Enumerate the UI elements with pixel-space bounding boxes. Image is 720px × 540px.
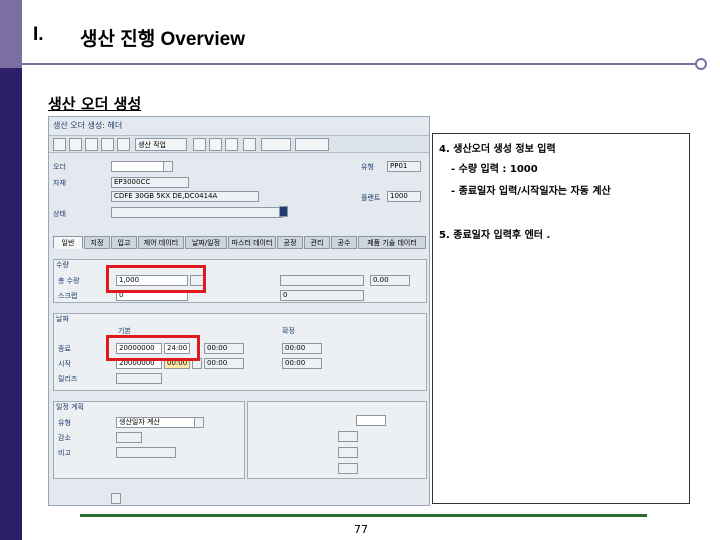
- page-number: 77: [354, 523, 368, 536]
- sched-type-label: 유형: [58, 419, 71, 427]
- dates-group-title: 날짜: [56, 315, 69, 323]
- scheduling-group-title: 일정 계획: [56, 403, 84, 411]
- end-confirmed-field: 00:00: [282, 343, 322, 354]
- sap-toolbar: 생산 작업: [49, 135, 429, 153]
- operations-button[interactable]: 생산 작업: [135, 138, 187, 151]
- release-icon[interactable]: [193, 138, 206, 151]
- more-button[interactable]: [295, 138, 329, 151]
- status-label: 상태: [53, 210, 66, 218]
- section-number: I.: [33, 24, 44, 45]
- unit-right-field: 0.00: [370, 275, 410, 286]
- step4-line-quantity: - 수량 입력 : 1000: [451, 164, 538, 175]
- tab-admin[interactable]: 관리: [304, 236, 330, 249]
- bottom-field: [111, 493, 121, 504]
- order-type-label: 유형: [361, 163, 374, 171]
- status-info-icon[interactable]: [279, 206, 288, 217]
- scrap-label: 스크랩: [58, 292, 78, 300]
- quantity-highlight-box: [106, 265, 206, 293]
- footer-rule: [80, 514, 647, 517]
- sched-type-field[interactable]: 생산일자 계산: [116, 417, 198, 428]
- sap-create-order-window: 생산 오더 생성: 헤더 생산 작업 오더 유형 PP01 자재 EP3000C…: [48, 116, 430, 506]
- slide-sidebar: [0, 0, 22, 540]
- costing-icon[interactable]: [209, 138, 222, 151]
- reduction-field: [116, 432, 142, 443]
- tab-control-data[interactable]: 제어 데이터: [138, 236, 184, 249]
- tab-assignment[interactable]: 지정: [84, 236, 110, 249]
- release-field: [116, 373, 162, 384]
- tab-dates[interactable]: 날짜/일정: [185, 236, 227, 249]
- note-label: 비고: [58, 449, 71, 457]
- quantity-group-title: 수량: [56, 261, 69, 269]
- cost-button[interactable]: [261, 138, 291, 151]
- release-period-field: [338, 463, 358, 474]
- float-after-field: [338, 447, 358, 458]
- title-rule-dot: [695, 58, 707, 70]
- expected-field: 0: [280, 290, 364, 301]
- step4-title: 4. 생산오더 생성 정보 입력: [439, 144, 556, 155]
- slide-title: 생산 진행 Overview: [80, 29, 245, 50]
- float-before-field: [338, 431, 358, 442]
- sched-margin-field[interactable]: [356, 415, 386, 426]
- floats-group: [247, 401, 427, 479]
- start-date-label: 시작: [58, 360, 71, 368]
- plant-label: 플랜트: [361, 194, 381, 202]
- release-label: 릴리즈: [58, 375, 78, 383]
- material-field: EP3000CC: [111, 177, 189, 188]
- start-scheduled-field: 00:00: [204, 358, 244, 369]
- order-type-field: PP01: [387, 161, 421, 172]
- end-date-highlight-box: [106, 335, 200, 361]
- sched-type-dropdown-icon[interactable]: [194, 417, 204, 428]
- tab-process[interactable]: 공정: [277, 236, 303, 249]
- scheduling-group: 일정 계획 유형 생산일자 계산 감소 비고: [53, 401, 245, 479]
- settings-icon[interactable]: [243, 138, 256, 151]
- instruction-box: 4. 생산오더 생성 정보 입력 - 수량 입력 : 1000 - 종료일자 입…: [432, 133, 690, 504]
- end-date-label: 종료: [58, 345, 71, 353]
- sap-screen-title: 생산 오더 생성: 헤더: [53, 121, 123, 130]
- start-confirmed-field: 00:00: [282, 358, 322, 369]
- tab-product-tech-data[interactable]: 제품 기술 데이터: [358, 236, 426, 249]
- delivered-field: [280, 275, 364, 286]
- order-field[interactable]: [111, 161, 171, 172]
- tab-effort[interactable]: 공수: [331, 236, 357, 249]
- print-icon[interactable]: [225, 138, 238, 151]
- slide-sidebar-accent: [0, 0, 22, 68]
- schedule-icon[interactable]: [117, 138, 130, 151]
- order-tabs: 일반 지정 입고 제어 데이터 날짜/일정 마스터 데이터 공정 관리 공수 제…: [53, 235, 429, 249]
- total-qty-label: 총 수량: [58, 277, 80, 285]
- components-icon[interactable]: [85, 138, 98, 151]
- status-field: [111, 207, 283, 218]
- step4-line-dates: - 종료일자 입력/시작일자는 자동 계산: [451, 186, 611, 197]
- routing-icon[interactable]: [101, 138, 114, 151]
- col-confirmed-label: 확정: [282, 327, 295, 335]
- save-icon[interactable]: [53, 138, 66, 151]
- material-label: 자재: [53, 179, 66, 187]
- order-search-help-icon[interactable]: [163, 161, 173, 172]
- plant-field: 1000: [387, 191, 421, 202]
- end-scheduled-field: 00:00: [204, 343, 244, 354]
- note-field: [116, 447, 176, 458]
- tab-general[interactable]: 일반: [53, 236, 83, 249]
- materials-icon[interactable]: [69, 138, 82, 151]
- step5-title: 5. 종료일자 입력후 엔터 .: [439, 230, 551, 241]
- reduction-label: 감소: [58, 434, 71, 442]
- slide-subtitle: 생산 오더 생성: [48, 95, 142, 113]
- tab-master-data[interactable]: 마스터 데이터: [228, 236, 276, 249]
- tab-goods-receipt[interactable]: 입고: [111, 236, 137, 249]
- title-rule: [22, 63, 700, 65]
- material-description-field: CDFE 30GB 5KX DE,DC0414A: [111, 191, 259, 202]
- order-label: 오더: [53, 163, 66, 171]
